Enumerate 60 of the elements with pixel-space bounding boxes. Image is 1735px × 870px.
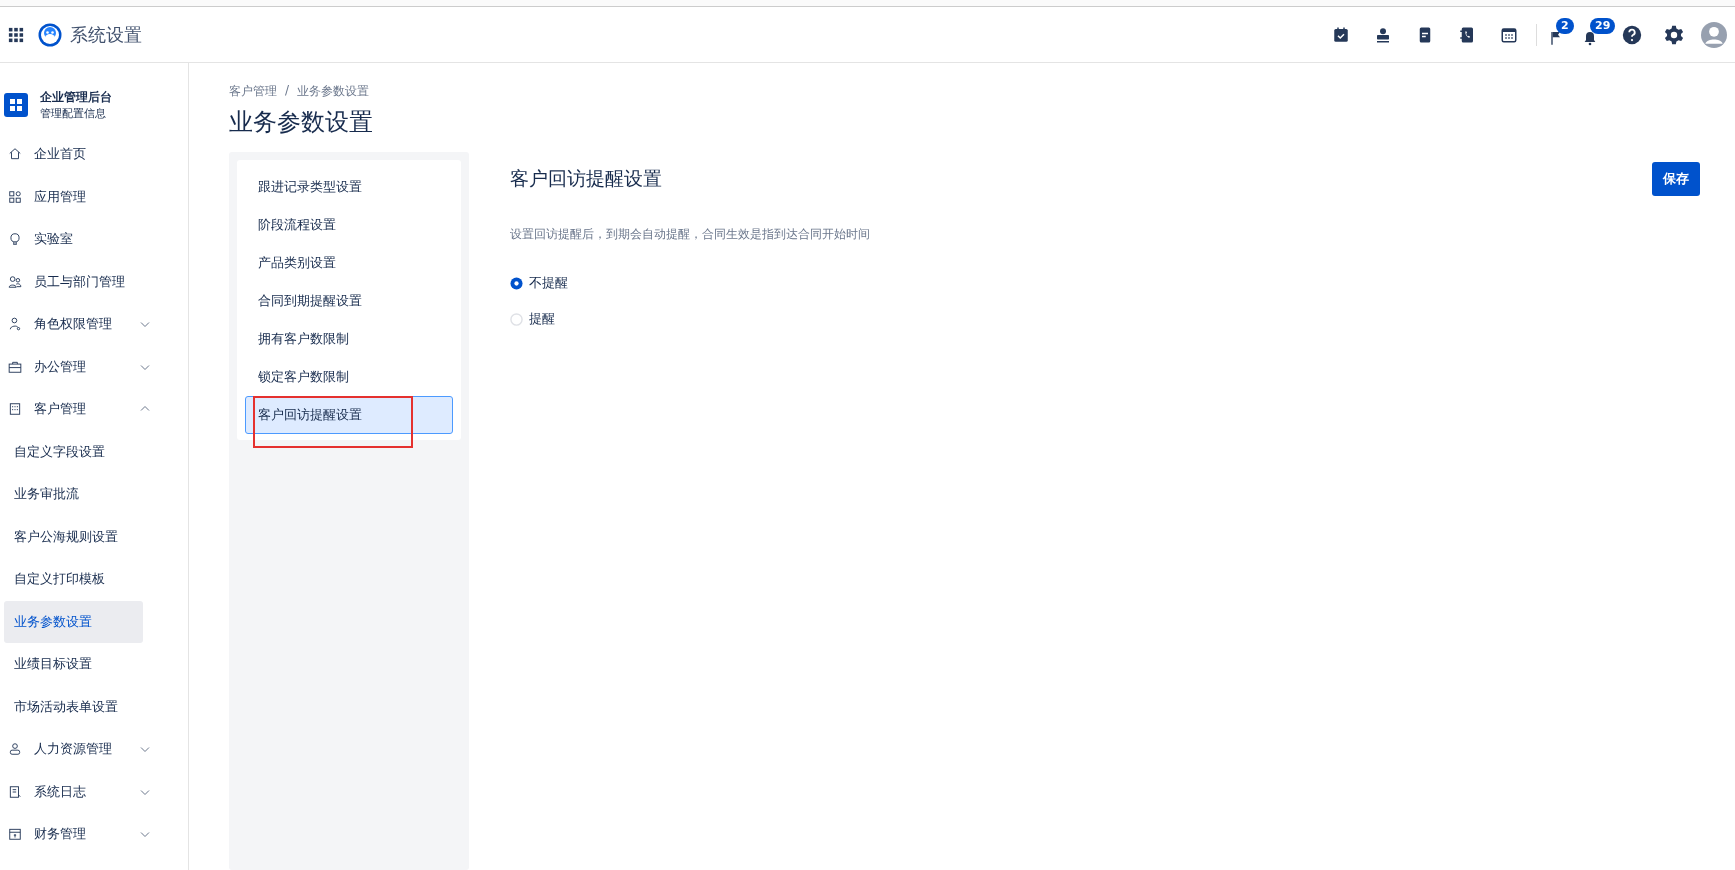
- help-icon[interactable]: [1621, 23, 1643, 46]
- sidebar-title: 企业管理后台: [40, 89, 112, 106]
- settings-menu-item[interactable]: 合同到期提醒设置: [245, 282, 453, 320]
- sidebar-item[interactable]: 员工与部门管理: [0, 260, 188, 303]
- settings-menu-item[interactable]: 阶段流程设置: [245, 206, 453, 244]
- building-icon: [8, 402, 22, 417]
- lightbulb-icon: [8, 232, 22, 247]
- four-squares-icon: [8, 189, 22, 204]
- sidebar-subitem[interactable]: 业务审批流: [4, 473, 143, 516]
- count-badge: 2: [1556, 17, 1574, 34]
- briefcase-icon: [8, 359, 22, 374]
- cash-box-icon: [8, 827, 22, 842]
- avatar-icon[interactable]: [1701, 21, 1727, 48]
- sidebar-item[interactable]: 人力资源管理: [0, 728, 188, 771]
- sidebar-subitem[interactable]: 客户公海规则设置: [4, 515, 143, 558]
- bell-icon[interactable]: [1582, 29, 1598, 46]
- sidebar-subitem[interactable]: 市场活动表单设置: [4, 685, 143, 728]
- sidebar-subtitle: 管理配置信息: [40, 106, 107, 121]
- sidebar-subitem[interactable]: 自定义打印模板: [4, 558, 143, 601]
- save-button[interactable]: 保存: [1652, 162, 1700, 196]
- sidebar-subitem[interactable]: 自定义字段设置: [4, 430, 143, 473]
- app-title: 系统设置: [70, 22, 142, 47]
- sidebar-item[interactable]: 客户管理: [0, 388, 188, 431]
- sidebar-item[interactable]: 企业首页: [0, 133, 188, 176]
- radio-label: 不提醒: [529, 274, 568, 292]
- person-icon: [8, 742, 22, 757]
- radio-button[interactable]: [510, 276, 523, 290]
- settings-menu-item[interactable]: 产品类别设置: [245, 244, 453, 282]
- address-book-icon[interactable]: [1458, 25, 1476, 44]
- description-text: 设置回访提醒后，到期会自动提醒，合同生效是指到达合同开始时间: [510, 226, 871, 243]
- sidebar-item[interactable]: 系统日志: [0, 770, 188, 813]
- section-title: 客户回访提醒设置: [510, 166, 662, 191]
- breadcrumb-link[interactable]: 客户管理: [229, 83, 277, 100]
- settings-menu-item[interactable]: 跟进记录类型设置: [245, 168, 453, 206]
- settings-icon[interactable]: [1663, 23, 1685, 46]
- calendar-icon[interactable]: [1500, 25, 1518, 44]
- sidebar-item[interactable]: 办公管理: [0, 345, 188, 388]
- sidebar-subitem[interactable]: 业绩目标设置: [4, 643, 143, 686]
- people-icon: [8, 274, 22, 289]
- settings-menu-item[interactable]: 拥有客户数限制: [245, 320, 453, 358]
- count-badge: 29: [1590, 17, 1616, 34]
- stamp-icon[interactable]: [1374, 25, 1392, 44]
- sidebar-item[interactable]: 实验室: [0, 218, 188, 261]
- calendar-check-icon[interactable]: [1332, 25, 1350, 44]
- settings-menu-item[interactable]: 客户回访提醒设置: [245, 396, 453, 434]
- sidebar-item[interactable]: 角色权限管理: [0, 303, 188, 346]
- sidebar-subitem[interactable]: 业务参数设置: [4, 600, 143, 643]
- page-title: 业务参数设置: [229, 107, 374, 138]
- sidebar-item[interactable]: 财务管理: [0, 813, 188, 856]
- breadcrumb-separator: /: [285, 83, 290, 99]
- home-icon: [8, 147, 22, 162]
- radio-label: 提醒: [529, 310, 555, 328]
- breadcrumb-link[interactable]: 业务参数设置: [297, 83, 370, 100]
- sidebar-item[interactable]: 应用管理: [0, 175, 188, 218]
- settings-menu-item[interactable]: 锁定客户数限制: [245, 358, 453, 396]
- grid-logo-icon: [4, 93, 28, 117]
- app-grid-icon[interactable]: [8, 26, 24, 43]
- log-icon: [8, 784, 22, 799]
- user-key-icon: [8, 317, 22, 332]
- radio-button[interactable]: [510, 312, 523, 326]
